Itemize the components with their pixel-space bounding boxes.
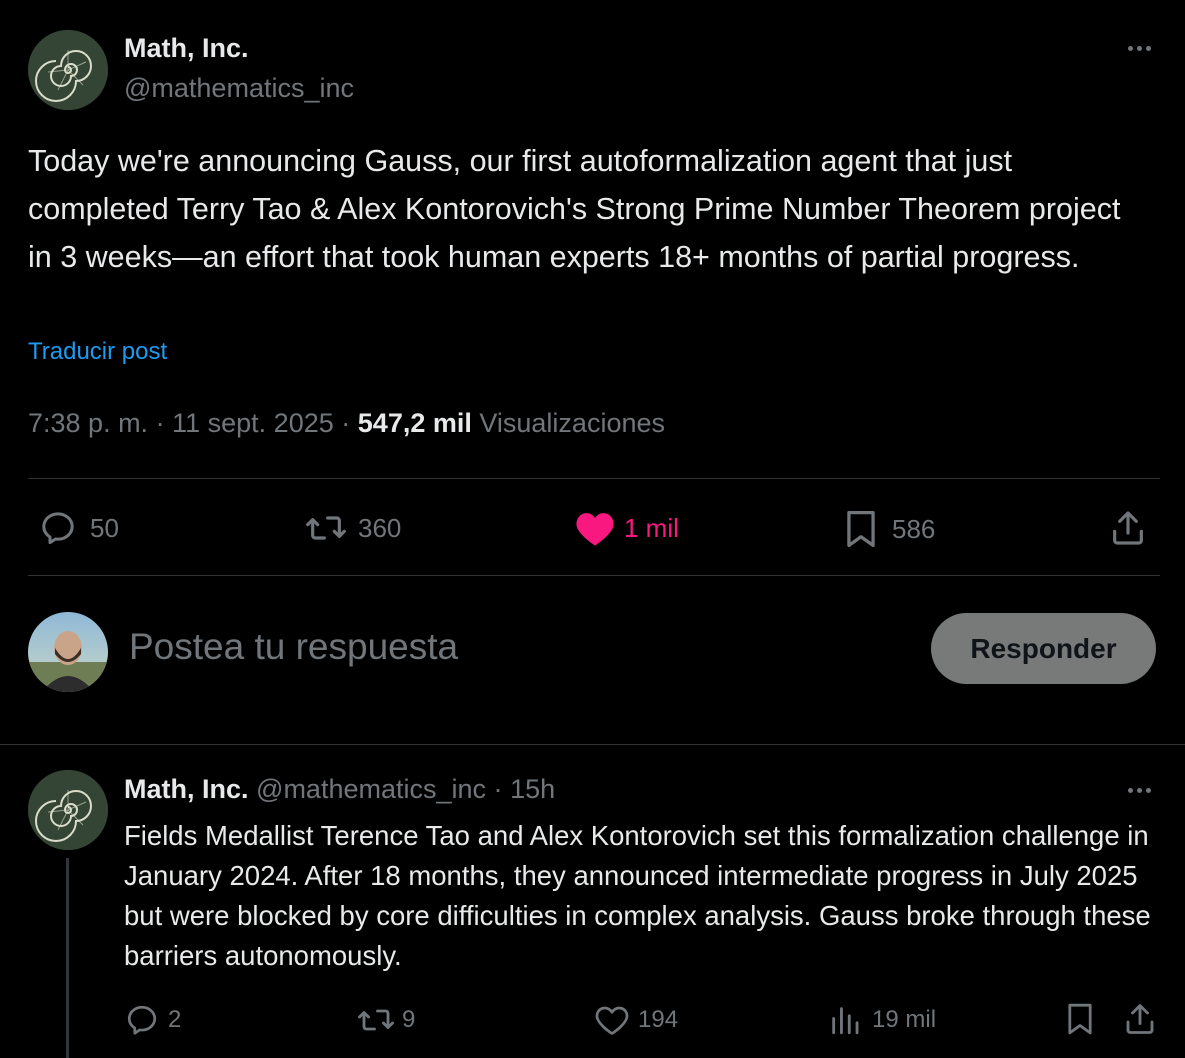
like-count: 1 mil: [624, 512, 679, 543]
dot-icon: [1146, 788, 1151, 793]
user-photo-icon: [28, 612, 108, 692]
heart-filled-icon: [576, 513, 614, 546]
post-time[interactable]: 7:38 p. m.: [28, 408, 148, 438]
reply-views-button[interactable]: 19 mil: [828, 1002, 936, 1038]
reply-input[interactable]: Postea tu respuesta: [129, 626, 458, 668]
repost-count: 360: [358, 512, 402, 543]
post-text: Today we're announcing Gauss, our first …: [28, 144, 1121, 274]
reply-reply-count: 2: [168, 1006, 182, 1033]
nautilus-logo-icon: [28, 30, 108, 110]
dot-icon: [1137, 788, 1142, 793]
post-meta: 7:38 p. m. · 11 sept. 2025 · 547,2 mil V…: [28, 408, 665, 439]
bookmark-count: 586: [892, 513, 936, 544]
repost-icon: [358, 1009, 394, 1031]
dot-icon: [1146, 46, 1151, 51]
thread-line: [66, 858, 69, 1058]
reply-icon: [42, 512, 74, 545]
dot-icon: [1128, 46, 1133, 51]
meta-separator: ·: [493, 774, 503, 804]
author-avatar[interactable]: [28, 30, 108, 110]
reply-share-button[interactable]: [1122, 1000, 1158, 1038]
reply-repost-count: 9: [402, 1006, 416, 1033]
dot-icon: [1128, 788, 1133, 793]
repost-button[interactable]: 360: [304, 508, 401, 548]
reply-views-count: 19 mil: [872, 1006, 937, 1033]
bookmark-icon: [1068, 1003, 1092, 1035]
repost-icon: [306, 516, 346, 540]
reply-bookmark-button[interactable]: [1064, 1000, 1096, 1038]
reply-icon: [127, 1005, 157, 1035]
reply-button[interactable]: 50: [38, 508, 119, 548]
dot-icon: [1137, 46, 1142, 51]
post-date[interactable]: 11 sept. 2025: [172, 408, 334, 438]
reply-header: Math, Inc. @mathematics_inc · 15h: [124, 774, 555, 805]
like-button[interactable]: 1 mil: [574, 508, 679, 548]
translate-link[interactable]: Traducir post: [28, 338, 167, 366]
reply-time[interactable]: 15h: [510, 774, 555, 804]
share-button[interactable]: [1108, 508, 1148, 548]
views-count: 547,2 mil: [357, 408, 472, 438]
divider: [28, 575, 1160, 576]
bookmark-icon: [847, 510, 875, 548]
reply-author-avatar[interactable]: [28, 770, 108, 850]
reply-like-button[interactable]: 194: [594, 1002, 678, 1038]
respond-button[interactable]: Responder: [931, 613, 1156, 684]
divider: [0, 744, 1185, 745]
more-options-button[interactable]: [1128, 46, 1151, 51]
reply-reply-button[interactable]: 2: [124, 1002, 181, 1038]
reply-author-name[interactable]: Math, Inc.: [124, 774, 249, 804]
share-icon: [1113, 511, 1143, 545]
reply-more-options-button[interactable]: [1128, 788, 1151, 793]
reply-like-count: 194: [638, 1006, 679, 1033]
analytics-bars-icon: [832, 1007, 859, 1035]
meta-separator: ·: [155, 408, 165, 438]
heart-icon: [595, 1006, 629, 1035]
reply-repost-button[interactable]: 9: [356, 1002, 415, 1038]
divider: [28, 478, 1160, 479]
nautilus-logo-icon: [28, 770, 108, 850]
reply-count: 50: [90, 512, 119, 543]
share-icon: [1126, 1004, 1154, 1034]
reply-author-handle[interactable]: @mathematics_inc: [256, 774, 486, 804]
views-label: Visualizaciones: [479, 408, 665, 438]
reply-text: Fields Medallist Terence Tao and Alex Ko…: [124, 820, 1151, 971]
meta-separator: ·: [341, 408, 351, 438]
bookmark-button[interactable]: 586: [842, 508, 935, 550]
user-avatar[interactable]: [28, 612, 108, 692]
author-name[interactable]: Math, Inc.: [124, 33, 249, 64]
author-handle[interactable]: @mathematics_inc: [124, 73, 354, 104]
